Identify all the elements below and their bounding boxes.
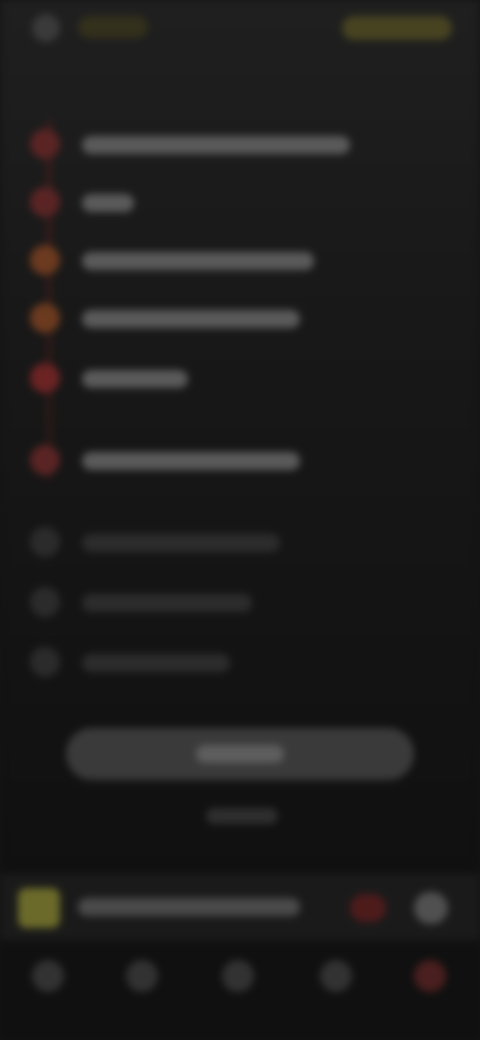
dot-icon	[30, 527, 60, 557]
arrow-left-icon[interactable]	[32, 14, 60, 42]
list-item-text-placeholder	[82, 370, 188, 388]
list-item-text-placeholder	[82, 310, 300, 328]
track-title-placeholder	[78, 898, 300, 916]
list-item-text-placeholder	[82, 654, 230, 672]
list-item-text-placeholder	[82, 534, 280, 552]
primary-action-label-placeholder	[196, 745, 284, 763]
list-item-text-placeholder	[82, 452, 300, 470]
list-item[interactable]	[30, 358, 450, 398]
list-item-text-placeholder	[82, 252, 314, 270]
list-item-text-placeholder	[82, 594, 252, 612]
secondary-link-placeholder[interactable]	[206, 808, 278, 824]
profile-icon[interactable]	[320, 960, 352, 992]
bottom-nav	[0, 940, 480, 1040]
mini-player[interactable]	[0, 874, 480, 940]
search-icon[interactable]	[126, 960, 158, 992]
list-item[interactable]	[30, 124, 450, 164]
list-item[interactable]	[30, 582, 450, 622]
blurred-screen	[0, 0, 480, 1040]
heart-icon[interactable]	[350, 894, 386, 922]
list-item[interactable]	[30, 522, 450, 562]
list-item[interactable]	[30, 298, 450, 338]
premium-icon[interactable]	[414, 960, 446, 992]
dot-icon	[30, 647, 60, 677]
home-icon[interactable]	[32, 960, 64, 992]
list-item-text-placeholder	[82, 136, 350, 154]
dot-icon	[30, 445, 60, 475]
play-icon[interactable]	[414, 892, 448, 924]
list-item[interactable]	[30, 240, 450, 280]
dot-icon	[30, 245, 60, 275]
album-art-icon	[18, 888, 60, 928]
dot-icon	[30, 587, 60, 617]
library-icon[interactable]	[222, 960, 254, 992]
primary-action-button[interactable]	[66, 728, 414, 780]
dot-icon	[30, 303, 60, 333]
list-item[interactable]	[30, 440, 450, 480]
list-item[interactable]	[30, 182, 450, 222]
top-action-pill[interactable]	[342, 16, 452, 40]
dot-icon	[30, 187, 60, 217]
top-bar	[0, 0, 480, 60]
list-item-text-placeholder	[82, 194, 134, 212]
list-item[interactable]	[30, 642, 450, 682]
title-placeholder	[78, 16, 148, 38]
dot-icon	[30, 363, 60, 393]
dot-icon	[30, 129, 60, 159]
